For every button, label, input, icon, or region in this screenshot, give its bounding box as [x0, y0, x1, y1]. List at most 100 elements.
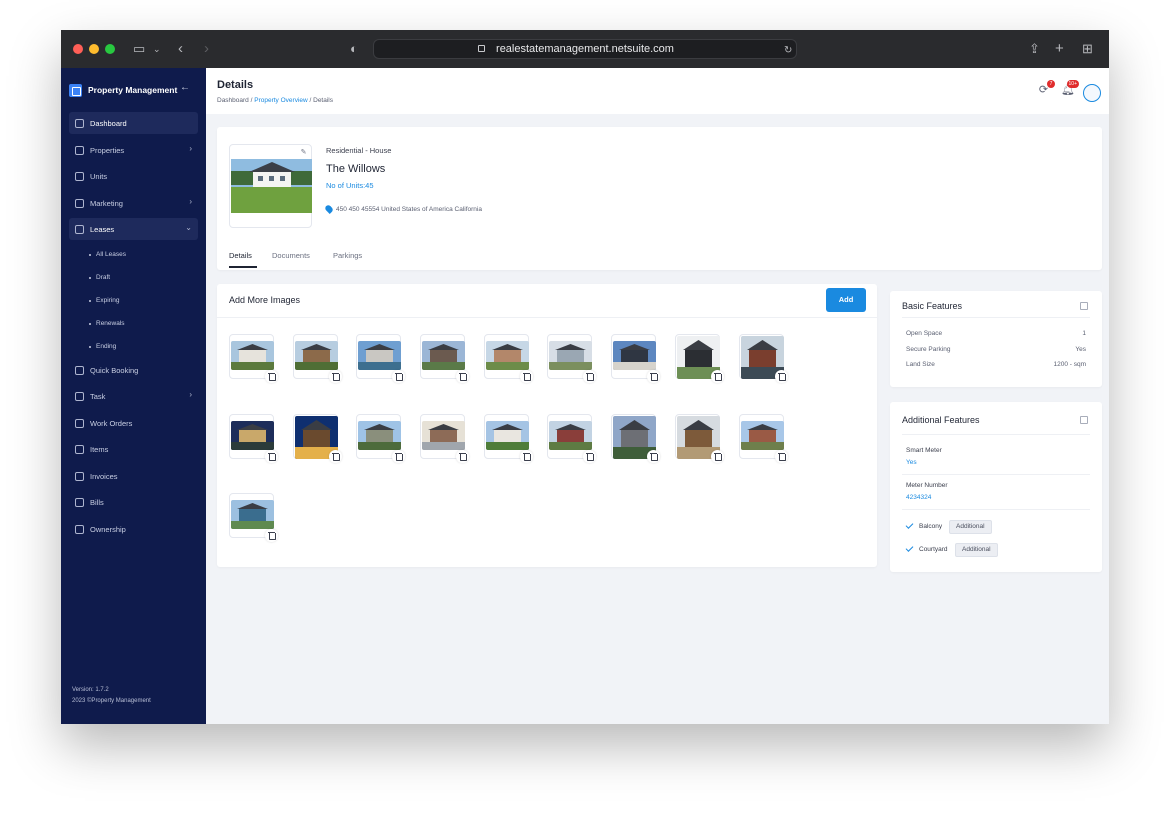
- image-thumbnail[interactable]: [293, 414, 342, 463]
- delete-icon[interactable]: [711, 450, 724, 463]
- sidebar-subitem-renewals[interactable]: Renewals: [89, 320, 125, 327]
- reload-icon[interactable]: ↻: [784, 42, 792, 60]
- delete-icon[interactable]: [775, 450, 788, 463]
- image-thumbnail[interactable]: [675, 414, 724, 463]
- chevron-down-icon: ⌄: [185, 223, 192, 232]
- sync-button[interactable]: ⟳ 7: [1037, 80, 1055, 97]
- close-window-button[interactable]: [73, 44, 83, 54]
- delete-icon[interactable]: [456, 450, 469, 463]
- delete-icon[interactable]: [265, 370, 278, 383]
- sidebar-item-work-orders[interactable]: Work Orders: [69, 412, 198, 434]
- image-thumbnail[interactable]: [484, 414, 533, 463]
- delete-icon[interactable]: [392, 450, 405, 463]
- avatar[interactable]: [1083, 84, 1101, 102]
- image-thumbnail[interactable]: [675, 334, 724, 383]
- property-photo: [613, 341, 656, 370]
- image-thumbnail[interactable]: [484, 334, 533, 383]
- location-pin-icon: [324, 204, 334, 214]
- back-icon[interactable]: ‹: [178, 40, 183, 58]
- delete-icon[interactable]: [647, 370, 660, 383]
- sidebar-item-marketing[interactable]: Marketing ›: [69, 192, 198, 214]
- property-thumbnail[interactable]: ✎: [229, 144, 312, 228]
- image-thumbnail[interactable]: [420, 414, 469, 463]
- bill-icon: [75, 497, 84, 507]
- breadcrumb-home[interactable]: Dashboard: [217, 97, 249, 104]
- breadcrumb-property-overview[interactable]: Property Overview: [254, 97, 307, 104]
- chevron-right-icon: ›: [189, 144, 192, 153]
- delete-icon[interactable]: [456, 370, 469, 383]
- image-thumbnail[interactable]: [229, 493, 278, 542]
- sidebar-item-leases[interactable]: Leases ⌄: [69, 218, 198, 240]
- delete-icon[interactable]: [329, 450, 342, 463]
- property-photo: [231, 159, 312, 213]
- edit-icon[interactable]: ✎: [298, 147, 309, 158]
- image-thumbnail[interactable]: [739, 334, 788, 383]
- version-info: Version: 1.7.2 2023 ©Property Management: [72, 685, 151, 707]
- image-thumbnail[interactable]: [356, 414, 405, 463]
- subitem-label: Renewals: [96, 320, 125, 327]
- image-thumbnail[interactable]: [547, 334, 596, 383]
- sidebar-item-items[interactable]: Items: [69, 438, 198, 460]
- clipboard-icon: [75, 391, 84, 401]
- tab-details[interactable]: Details: [229, 251, 252, 260]
- delete-icon[interactable]: [647, 450, 660, 463]
- sidebar-item-quick-booking[interactable]: Quick Booking: [69, 359, 198, 381]
- zoom-window-button[interactable]: [105, 44, 115, 54]
- image-thumbnail[interactable]: [611, 334, 660, 383]
- sidebar-item-properties[interactable]: Properties ›: [69, 139, 198, 161]
- delete-icon[interactable]: [583, 370, 596, 383]
- sidebar-item-units[interactable]: Units: [69, 165, 198, 187]
- sidebar-item-ownership[interactable]: Ownership: [69, 518, 198, 540]
- sidebar-toggle-icon[interactable]: ▭: [133, 40, 145, 58]
- sidebar-item-bills[interactable]: Bills: [69, 491, 198, 513]
- subitem-label: Ending: [96, 343, 117, 350]
- edit-icon[interactable]: [1080, 416, 1088, 424]
- sidebar-subitem-all-leases[interactable]: All Leases: [89, 251, 126, 258]
- sidebar-subitem-draft[interactable]: Draft: [89, 274, 110, 281]
- delete-icon[interactable]: [583, 450, 596, 463]
- sidebar-subitem-ending[interactable]: Ending: [89, 343, 116, 350]
- basic-features-card: Basic Features Open Space 1 Secure Parki…: [890, 291, 1102, 387]
- meter-number-value: 4234324: [906, 494, 932, 501]
- image-thumbnail[interactable]: [293, 334, 342, 383]
- sidebar-item-task[interactable]: Task ›: [69, 385, 198, 407]
- tab-overview-icon[interactable]: ⊞: [1082, 40, 1093, 58]
- delete-icon[interactable]: [711, 370, 724, 383]
- image-thumbnail[interactable]: [420, 334, 469, 383]
- sidebar-item-invoices[interactable]: Invoices: [69, 465, 198, 487]
- delete-icon[interactable]: [775, 370, 788, 383]
- image-thumbnail[interactable]: [356, 334, 405, 383]
- divider: [902, 434, 1090, 435]
- sidebar-item-label: Invoices: [90, 471, 118, 481]
- checkmark-icon: [905, 544, 914, 552]
- browser-window: ▭ ⌄ ‹ › ◐ realestatemanagement.netsuite.…: [61, 30, 1109, 724]
- notifications-button[interactable]: 🔔︎ 10+: [1061, 80, 1079, 97]
- edit-icon[interactable]: [1080, 302, 1088, 310]
- sidebar-item-dashboard[interactable]: Dashboard: [69, 112, 198, 134]
- sidebar-subitem-expiring[interactable]: Expiring: [89, 297, 119, 304]
- delete-icon[interactable]: [265, 529, 278, 542]
- handshake-icon: [75, 524, 84, 534]
- delete-icon[interactable]: [520, 370, 533, 383]
- tab-documents[interactable]: Documents: [272, 251, 310, 260]
- delete-icon[interactable]: [392, 370, 405, 383]
- image-thumbnail[interactable]: [229, 334, 278, 383]
- address-bar[interactable]: realestatemanagement.netsuite.com ↻: [373, 39, 797, 59]
- image-thumbnail[interactable]: [229, 414, 278, 463]
- collapse-arrow-icon[interactable]: ←: [180, 82, 190, 93]
- add-image-button[interactable]: Add: [826, 288, 866, 312]
- delete-icon[interactable]: [329, 370, 342, 383]
- new-tab-icon[interactable]: +: [1055, 40, 1064, 58]
- tab-parkings[interactable]: Parkings: [333, 251, 362, 260]
- privacy-shield-icon[interactable]: ◐: [350, 40, 358, 58]
- brand[interactable]: Property Management: [69, 82, 177, 98]
- delete-icon[interactable]: [520, 450, 533, 463]
- image-thumbnail[interactable]: [739, 414, 788, 463]
- minimize-window-button[interactable]: [89, 44, 99, 54]
- forward-icon[interactable]: ›: [204, 40, 209, 58]
- delete-icon[interactable]: [265, 450, 278, 463]
- image-thumbnail[interactable]: [547, 414, 596, 463]
- chevron-down-icon[interactable]: ⌄: [153, 40, 161, 58]
- image-thumbnail[interactable]: [611, 414, 660, 463]
- share-icon[interactable]: ⇪: [1029, 40, 1040, 58]
